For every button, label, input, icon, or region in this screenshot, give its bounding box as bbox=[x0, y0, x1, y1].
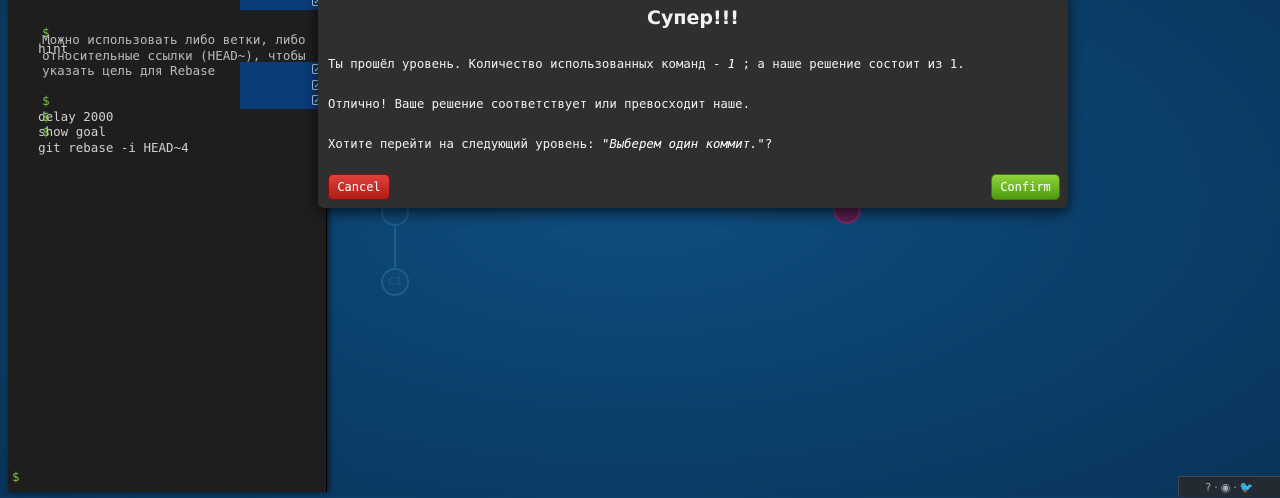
result-text: Ты прошёл уровень. Количество использова… bbox=[328, 57, 728, 71]
result-text-end: ; а наше решение состоит из 1. bbox=[735, 57, 965, 71]
bottom-toolbar: ? · ◉ · 🐦 bbox=[1178, 476, 1280, 497]
dollar-icon: $ bbox=[42, 108, 50, 124]
terminal-note: относительные ссылки (HEAD~), чтобы bbox=[8, 32, 326, 63]
help-icon[interactable]: ? bbox=[1205, 481, 1211, 494]
next-level-prompt: Хотите перейти на следующий уровень: bbox=[328, 137, 602, 151]
next-level-name: "Выберем один коммит." bbox=[601, 137, 765, 151]
terminal-prompt[interactable]: $ bbox=[12, 469, 20, 485]
terminal-note: указать цель для Rebase bbox=[8, 48, 326, 78]
next-level-line: Хотите перейти на следующий уровень: "Вы… bbox=[328, 137, 772, 151]
terminal-note: Можно использовать либо ветки, либо bbox=[8, 17, 326, 47]
twitter-icon[interactable]: 🐦 bbox=[1240, 481, 1254, 494]
praise-line: Отлично! Ваше решение соответствует или … bbox=[328, 97, 750, 111]
terminal-line: $ git rebase -i HEAD~4 ✓ bbox=[8, 93, 326, 155]
result-line: Ты прошёл уровень. Количество использова… bbox=[328, 57, 965, 71]
terminal-line-hint: $ hint ✓ bbox=[8, 0, 326, 56]
command-text: git rebase -i HEAD~4 bbox=[38, 139, 189, 155]
terminal-line: $ delay 2000 ✓ bbox=[8, 62, 326, 124]
level-complete-dialog: Супер!!! Ты прошёл уровень. Количество и… bbox=[318, 0, 1068, 208]
terminal-line: $ show goal ✓ bbox=[8, 77, 326, 139]
command-terminal: $ hint ✓ Можно использовать либо ветки, … bbox=[8, 0, 327, 492]
globe-icon[interactable]: ◉ bbox=[1221, 481, 1231, 494]
cancel-button[interactable]: Cancel bbox=[328, 174, 390, 200]
commit-node[interactable]: C1 bbox=[381, 268, 409, 296]
tree-edge bbox=[394, 224, 396, 268]
question-mark: ? bbox=[764, 137, 773, 151]
dialog-title: Супер!!! bbox=[647, 7, 739, 29]
dollar-icon: $ bbox=[42, 124, 50, 139]
confirm-button[interactable]: Confirm bbox=[991, 174, 1060, 200]
